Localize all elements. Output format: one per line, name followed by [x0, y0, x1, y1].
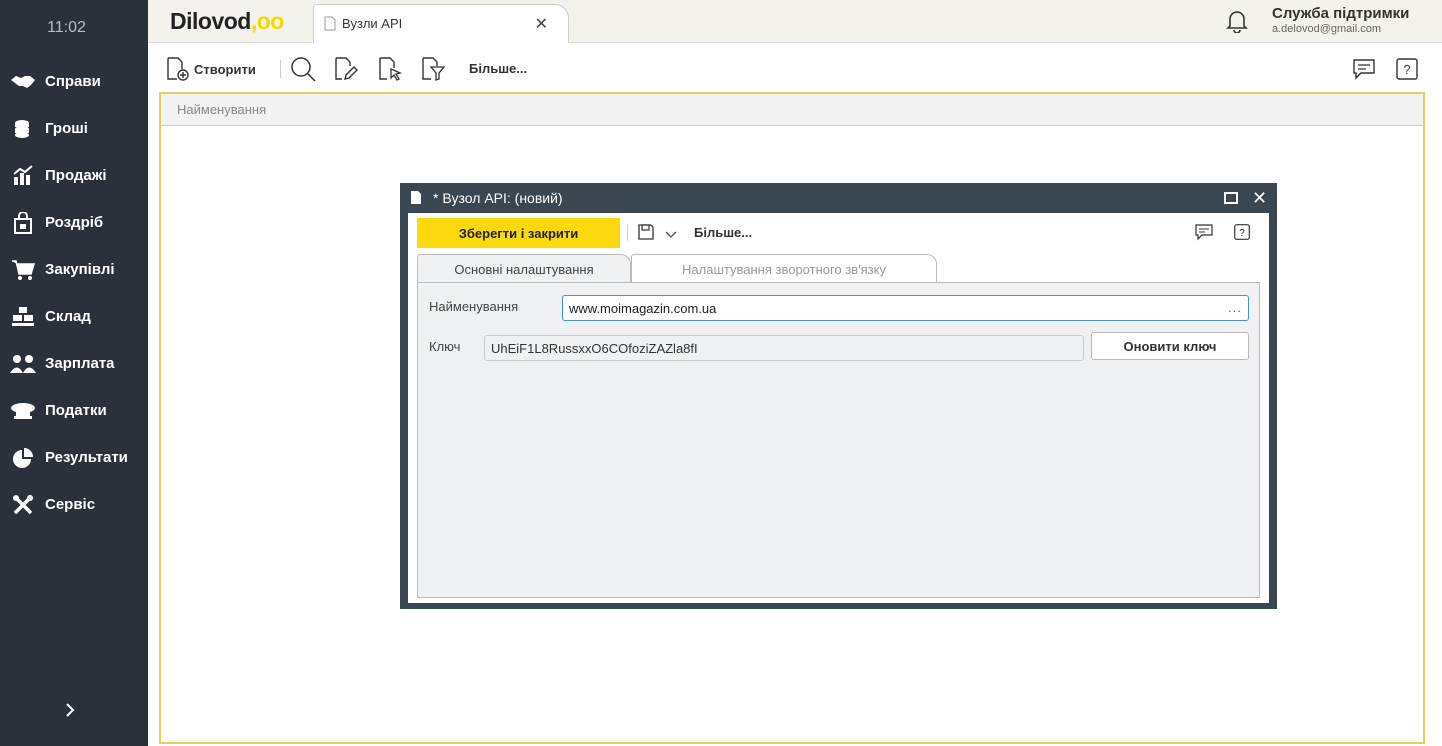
- sidebar-nav: Справи Гроші Продажі Роздріб Закупівлі С…: [0, 58, 148, 528]
- chevron-down-icon[interactable]: [665, 226, 677, 244]
- cart-icon: [10, 257, 36, 283]
- document-icon: [324, 16, 336, 36]
- sidebar-item-label: Склад: [45, 308, 91, 325]
- help-button[interactable]: ?: [1396, 56, 1418, 82]
- edit-button[interactable]: [334, 56, 358, 82]
- sidebar-item-sklad[interactable]: Склад: [0, 293, 148, 340]
- tab-feedback-settings[interactable]: Налаштування зворотного зв'язку: [631, 254, 937, 283]
- sidebar-item-label: Роздріб: [45, 214, 104, 231]
- main-toolbar: Створити Більше... ?: [148, 44, 1442, 92]
- dialog-title: * Вузол API: (новий): [433, 190, 563, 206]
- pie-chart-icon: [10, 445, 36, 471]
- document-icon: [410, 190, 422, 210]
- logo-suffix: ,oo: [250, 8, 285, 34]
- coins-icon: [10, 116, 36, 142]
- dialog-tabs: Основні налаштування Налаштування зворот…: [417, 254, 1260, 283]
- support-email: a.delovod@gmail.com: [1272, 23, 1381, 35]
- sidebar-item-label: Сервіс: [45, 496, 96, 513]
- svg-text:?: ?: [1239, 228, 1245, 239]
- edit-document-icon: [335, 57, 358, 80]
- more-button[interactable]: Більше...: [469, 61, 527, 76]
- cap-icon: [10, 398, 36, 424]
- name-select-button[interactable]: ...: [1228, 300, 1242, 315]
- filter-document-icon: [422, 57, 445, 81]
- name-label: Найменування: [429, 299, 519, 314]
- comments-button[interactable]: [1352, 56, 1376, 82]
- new-document-icon: [167, 57, 189, 81]
- save-icon[interactable]: [637, 223, 655, 246]
- help-icon[interactable]: ?: [1234, 224, 1250, 245]
- maximize-icon[interactable]: [1224, 192, 1238, 204]
- sidebar-item-label: Закупівлі: [45, 261, 115, 278]
- logo[interactable]: Dilovod,oo: [170, 8, 284, 35]
- api-node-dialog: * Вузол API: (новий) ✕ Зберегти і закрит…: [400, 183, 1277, 609]
- sidebar-item-label: Зарплата: [45, 355, 115, 372]
- main-settings-pane: Найменування ... Ключ Оновити ключ: [417, 282, 1260, 598]
- toolbar-divider: [627, 225, 628, 241]
- tools-icon: [10, 492, 36, 518]
- sidebar: 11:02 Справи Гроші Продажі Роздріб Закуп…: [0, 0, 148, 746]
- refresh-key-button[interactable]: Оновити ключ: [1091, 332, 1249, 360]
- select-document-icon: [379, 57, 402, 81]
- name-field[interactable]: [562, 295, 1249, 321]
- boxes-icon: [10, 304, 36, 330]
- search-button[interactable]: [290, 56, 316, 82]
- people-icon: [10, 351, 36, 377]
- chart-icon: [10, 163, 36, 189]
- tab-main-settings[interactable]: Основні налаштування: [417, 254, 631, 283]
- bell-icon[interactable]: [1226, 9, 1248, 38]
- filter-button[interactable]: [421, 56, 445, 82]
- sidebar-item-servis[interactable]: Сервіс: [0, 481, 148, 528]
- logo-text: Dilovod: [170, 8, 251, 34]
- sidebar-item-label: Гроші: [45, 120, 88, 137]
- support-name[interactable]: Служба підтримки: [1272, 5, 1409, 22]
- create-label: Створити: [194, 61, 256, 77]
- sidebar-item-podatky[interactable]: Податки: [0, 387, 148, 434]
- chat-icon[interactable]: [1195, 224, 1213, 246]
- svg-text:?: ?: [1403, 62, 1410, 77]
- key-label: Ключ: [429, 339, 461, 354]
- select-button[interactable]: [378, 56, 402, 82]
- sidebar-item-label: Продажі: [45, 167, 107, 184]
- sidebar-item-groshi[interactable]: Гроші: [0, 105, 148, 152]
- column-header-name[interactable]: Найменування: [161, 94, 1423, 126]
- close-icon[interactable]: ✕: [535, 14, 548, 34]
- top-bar: Dilovod,oo Вузли API ✕ Служба підтримки …: [148, 0, 1442, 43]
- close-icon[interactable]: ✕: [1252, 188, 1267, 209]
- toolbar-divider: [280, 60, 281, 78]
- save-and-close-button[interactable]: Зберегти і закрити: [417, 218, 620, 248]
- clock: 11:02: [47, 19, 86, 36]
- sidebar-item-spravy[interactable]: Справи: [0, 58, 148, 105]
- sidebar-item-prodazhi[interactable]: Продажі: [0, 152, 148, 199]
- dialog-body: Зберегти і закрити Більше... ? Основні н…: [408, 213, 1269, 603]
- help-icon: ?: [1396, 58, 1418, 80]
- tab-label: Вузли API: [342, 16, 403, 31]
- key-field[interactable]: [484, 335, 1084, 361]
- sidebar-item-rozdrib[interactable]: Роздріб: [0, 199, 148, 246]
- sidebar-item-label: Справи: [45, 73, 101, 90]
- search-icon: [291, 57, 316, 82]
- chat-icon: [1353, 59, 1375, 80]
- shopping-bag-icon: [10, 210, 36, 236]
- sidebar-item-label: Результати: [45, 449, 128, 466]
- sidebar-item-label: Податки: [45, 402, 107, 419]
- sidebar-expand-button[interactable]: [58, 698, 82, 722]
- sidebar-item-rezultaty[interactable]: Результати: [0, 434, 148, 481]
- create-button[interactable]: Створити: [166, 56, 256, 82]
- dialog-more-button[interactable]: Більше...: [694, 225, 752, 240]
- tab-api-nodes[interactable]: Вузли API ✕: [313, 4, 569, 43]
- chevron-right-icon: [66, 703, 75, 717]
- sidebar-item-zarplata[interactable]: Зарплата: [0, 340, 148, 387]
- dialog-title-bar[interactable]: * Вузол API: (новий) ✕: [400, 183, 1277, 213]
- sidebar-item-zakupivli[interactable]: Закупівлі: [0, 246, 148, 293]
- handshake-icon: [10, 69, 36, 95]
